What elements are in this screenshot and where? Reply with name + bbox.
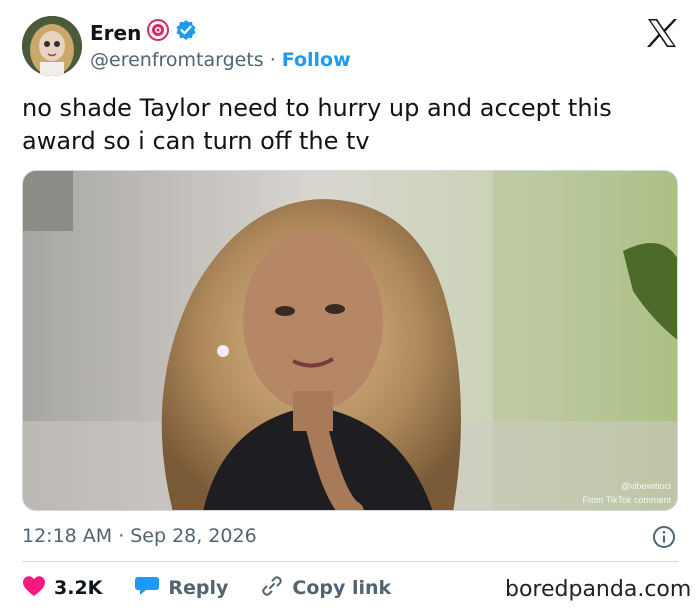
time: 12:18 AM bbox=[22, 525, 113, 547]
x-logo-icon[interactable] bbox=[646, 18, 678, 48]
separator: · bbox=[269, 49, 276, 71]
reply-bubble-icon bbox=[134, 575, 160, 602]
display-name-row: Eren bbox=[90, 19, 197, 47]
reply-button[interactable]: Reply bbox=[134, 575, 228, 602]
handle-row: @erenfromtargets · Follow bbox=[90, 48, 351, 72]
media-overlay-handle: @vibewitioci bbox=[621, 481, 671, 491]
timestamp[interactable]: 12:18 AM · Sep 28, 2026 bbox=[22, 524, 257, 548]
action-bar: 3.2K Reply Copy link bbox=[22, 574, 423, 602]
tweet-card: Eren @erenfromtargets · Follow no shade … bbox=[0, 0, 700, 614]
verified-icon bbox=[175, 19, 197, 47]
handle[interactable]: @erenfromtargets bbox=[90, 48, 264, 72]
copy-link-button[interactable]: Copy link bbox=[260, 574, 391, 603]
separator: · bbox=[118, 525, 125, 547]
watermark: boredpanda.com bbox=[505, 577, 692, 602]
tweet-text: no shade Taylor need to hurry up and acc… bbox=[22, 94, 612, 155]
like-button[interactable]: 3.2K bbox=[22, 575, 102, 602]
link-icon bbox=[260, 574, 284, 603]
heart-icon bbox=[22, 575, 46, 602]
info-icon[interactable] bbox=[652, 525, 676, 549]
follow-button[interactable]: Follow bbox=[282, 48, 351, 72]
like-count: 3.2K bbox=[54, 577, 103, 599]
divider bbox=[22, 561, 678, 562]
display-name[interactable]: Eren bbox=[90, 20, 141, 46]
date: Sep 28, 2026 bbox=[130, 525, 257, 547]
avatar[interactable] bbox=[22, 16, 82, 76]
media-overlay-source: From TikTok comment bbox=[582, 495, 671, 505]
target-icon bbox=[147, 19, 170, 47]
copy-link-label: Copy link bbox=[292, 577, 392, 599]
tweet-media[interactable]: @vibewitioci From TikTok comment bbox=[22, 170, 678, 511]
reply-label: Reply bbox=[168, 577, 229, 599]
